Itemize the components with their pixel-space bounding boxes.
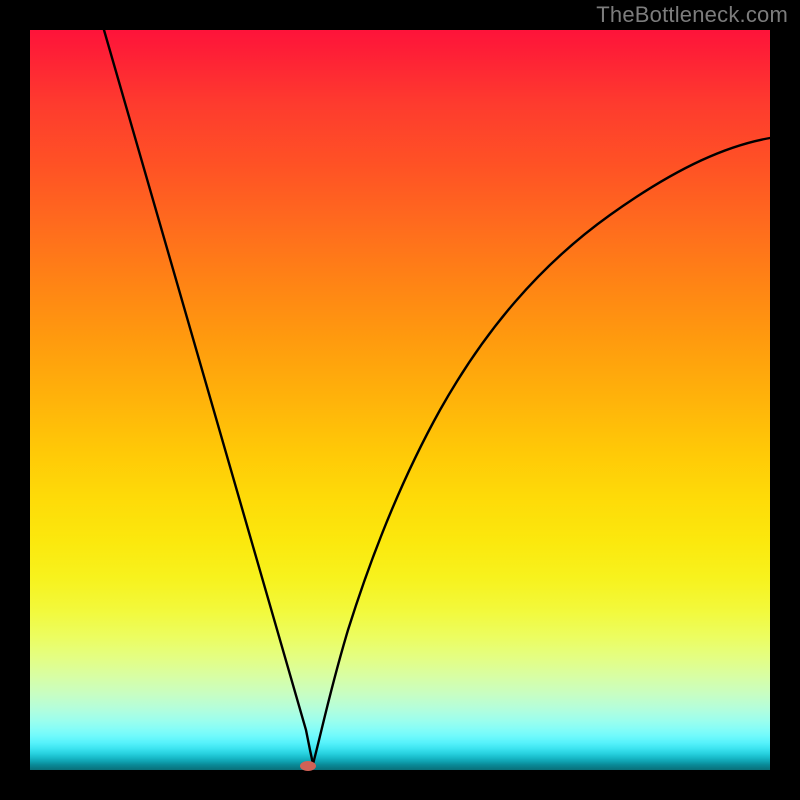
curve-svg: [30, 30, 770, 770]
outer-frame: TheBottleneck.com: [0, 0, 800, 800]
curve-right-branch: [313, 138, 770, 764]
min-marker: [300, 761, 316, 771]
curve-left-branch: [104, 30, 313, 764]
watermark-text: TheBottleneck.com: [596, 2, 788, 28]
chart-area: [30, 30, 770, 770]
